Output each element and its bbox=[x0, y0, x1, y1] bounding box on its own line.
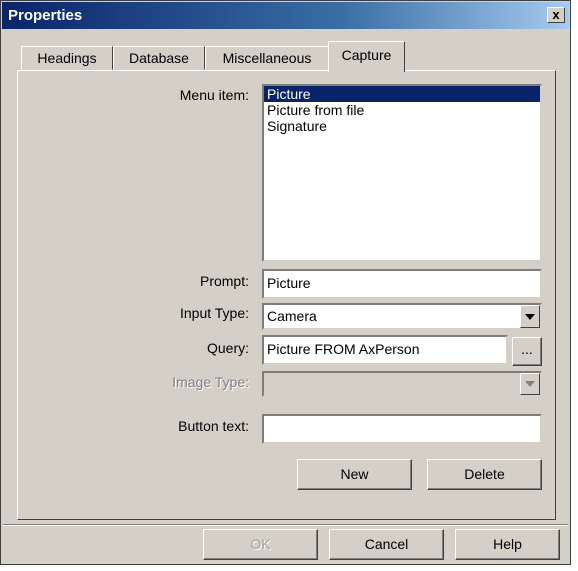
window-title: Properties bbox=[8, 7, 83, 24]
query-browse-button[interactable]: ... bbox=[512, 337, 542, 366]
image-type-dropdown-button[interactable] bbox=[520, 373, 540, 395]
list-item-picture-from-file[interactable]: Picture from file bbox=[264, 102, 540, 118]
button-text-label: Button text: bbox=[178, 418, 249, 434]
image-type-label: Image Type: bbox=[172, 374, 249, 390]
new-button[interactable]: New bbox=[297, 459, 412, 490]
help-button[interactable]: Help bbox=[455, 529, 560, 560]
input-type-label: Input Type: bbox=[179, 305, 249, 321]
tab-headings[interactable]: Headings bbox=[21, 46, 113, 70]
query-label: Query: bbox=[206, 340, 249, 356]
prompt-field[interactable]: Picture bbox=[262, 269, 542, 299]
close-button[interactable]: x bbox=[547, 7, 565, 23]
tab-miscellaneous[interactable]: Miscellaneous bbox=[205, 46, 329, 70]
cancel-button[interactable]: Cancel bbox=[329, 529, 444, 560]
chevron-down-icon bbox=[525, 313, 535, 320]
tab-database[interactable]: Database bbox=[113, 46, 205, 70]
input-type-dropdown-button[interactable] bbox=[520, 305, 540, 328]
title-bar: Properties x bbox=[2, 2, 569, 29]
delete-button[interactable]: Delete bbox=[427, 459, 542, 490]
tab-capture[interactable]: Capture bbox=[328, 41, 405, 72]
prompt-label: Prompt: bbox=[199, 273, 249, 289]
query-field[interactable]: Picture FROM AxPerson bbox=[262, 335, 508, 365]
button-text-field[interactable] bbox=[262, 414, 542, 444]
input-type-value: Camera bbox=[267, 308, 317, 324]
ok-button[interactable]: OK bbox=[203, 529, 318, 560]
menu-item-label: Menu item: bbox=[179, 87, 249, 103]
input-type-select[interactable]: Camera bbox=[262, 303, 542, 330]
chevron-down-icon bbox=[525, 381, 535, 387]
footer-divider bbox=[3, 524, 568, 526]
list-item-signature[interactable]: Signature bbox=[264, 118, 540, 134]
menu-item-list[interactable]: Picture Picture from file Signature bbox=[262, 84, 542, 262]
image-type-select[interactable] bbox=[262, 371, 542, 397]
properties-dialog: Properties x Headings Database Miscellan… bbox=[0, 0, 571, 565]
list-item-picture[interactable]: Picture bbox=[264, 86, 540, 102]
